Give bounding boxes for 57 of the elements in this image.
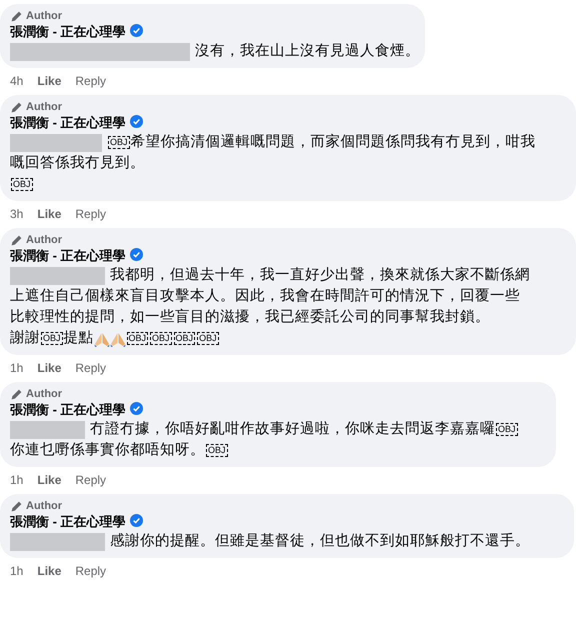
commenter-name[interactable]: 張潤衡 - 正在心理學 — [10, 115, 126, 130]
object-glyph: OBJ — [126, 332, 148, 345]
reply-link[interactable]: Reply — [75, 204, 106, 222]
reply-link[interactable]: Reply — [75, 470, 106, 488]
author-label: Author — [26, 499, 62, 513]
object-glyph: OBJ — [206, 444, 228, 457]
verified-badge-icon — [130, 514, 143, 527]
comment-time[interactable]: 3h — [10, 204, 24, 222]
pencil-icon — [10, 100, 23, 114]
pencil-icon — [10, 234, 23, 246]
comment-time[interactable]: 4h — [10, 72, 24, 90]
reply-link[interactable]: Reply — [75, 72, 106, 90]
comment-time[interactable]: 1h — [10, 358, 24, 376]
comment-text: 感謝你的提醒。但雖是基督徒，但也做不到如耶穌般打不還手。 — [110, 532, 530, 551]
object-glyph: OBJ — [11, 178, 33, 191]
author-label: Author — [26, 9, 62, 23]
object-glyph: OBJ — [41, 332, 63, 345]
like-link[interactable]: Like — [37, 358, 62, 376]
comment-text: 冇證冇據，你唔好亂咁作故事好過啦，你咪走去問返李嘉嘉囉 — [90, 420, 495, 439]
author-label: Author — [26, 100, 62, 114]
pencil-icon — [10, 500, 23, 512]
comment-time[interactable]: 1h — [10, 470, 24, 488]
reply-link[interactable]: Reply — [75, 358, 106, 376]
commenter-name[interactable]: 張潤衡 - 正在心理學 — [10, 402, 126, 417]
verified-badge-icon — [130, 248, 143, 261]
comment-text: 希望你搞清個邏輯嘅問題，而家個問題係問我有冇見到，咁我 — [130, 132, 536, 152]
praying-hands-icon — [110, 330, 126, 346]
praying-hands-icon — [94, 330, 110, 346]
reply-link[interactable]: Reply — [75, 562, 106, 580]
like-link[interactable]: Like — [37, 562, 62, 580]
verified-badge-icon — [130, 402, 143, 415]
comment-time[interactable]: 1h — [10, 562, 24, 580]
commenter-name[interactable]: 張潤衡 - 正在心理學 — [10, 514, 126, 529]
comment-text: 嘅回答係我冇見到。 — [10, 154, 145, 173]
comment-text: 你連乜嘢係事實你都唔知呀。 — [10, 440, 205, 460]
commenter-name[interactable]: 張潤衡 - 正在心理學 — [10, 248, 126, 263]
object-glyph: OBJ — [496, 423, 518, 436]
like-link[interactable]: Like — [37, 72, 62, 90]
comment-text: 沒有，我在山上沒有見過人食煙。 — [195, 42, 420, 61]
object-glyph: OBJ — [174, 332, 196, 345]
pencil-icon — [10, 388, 23, 400]
comment-text: 提點 — [64, 328, 94, 348]
pencil-icon — [10, 10, 23, 22]
comment-text: 我都明，但過去十年，我一直好少出聲，換來就係大家不斷係網 — [110, 266, 530, 285]
object-glyph: OBJ — [108, 136, 130, 149]
author-label: Author — [26, 387, 62, 401]
commenter-name[interactable]: 張潤衡 - 正在心理學 — [10, 24, 126, 39]
object-glyph: OBJ — [197, 332, 219, 345]
like-link[interactable]: Like — [37, 204, 62, 222]
comment-text: 上遮住自己個樣來盲目攻擊本人。因此，我會在時間許可的情況下，回覆一些 — [10, 286, 520, 306]
verified-badge-icon — [130, 24, 143, 37]
comment-text: 比較理性的提問，如一些盲目的滋擾，我已經委託公司的同事幫我封鎖。 — [10, 308, 490, 327]
comment-text: 謝謝 — [10, 328, 40, 348]
like-link[interactable]: Like — [37, 470, 62, 488]
object-glyph: OBJ — [150, 332, 172, 345]
author-label: Author — [26, 233, 62, 247]
verified-badge-icon — [130, 115, 143, 128]
